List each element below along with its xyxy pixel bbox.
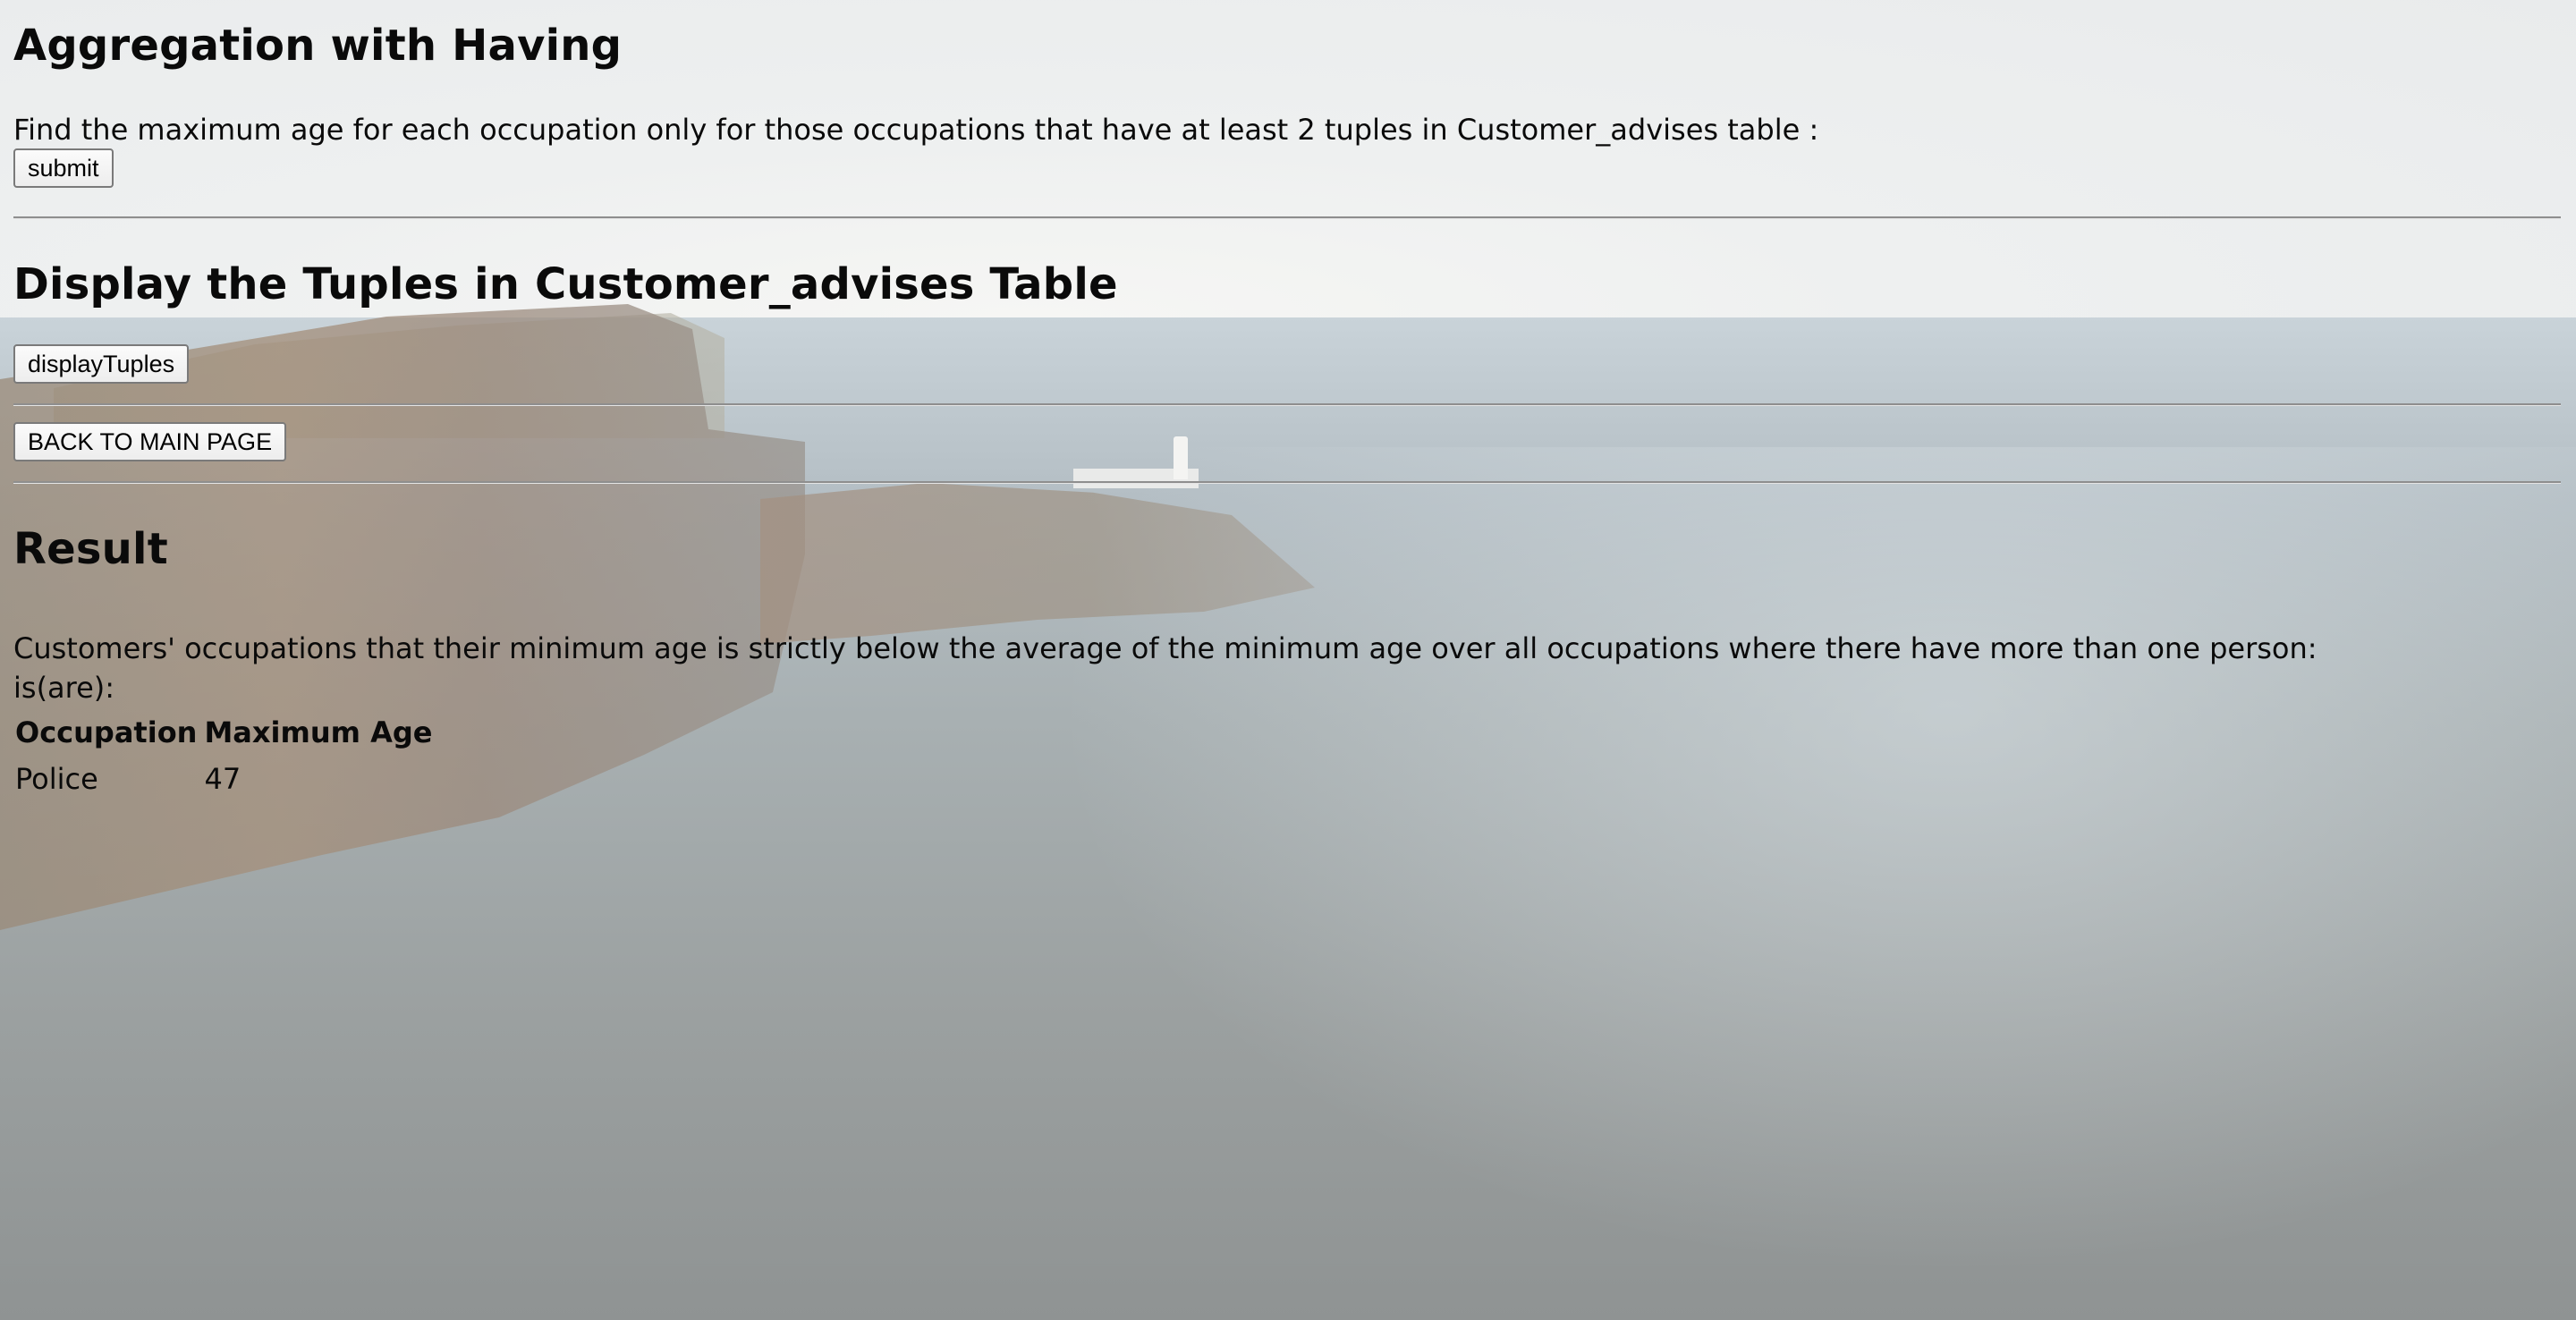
aggregation-title: Aggregation with Having xyxy=(13,21,623,71)
result-table-header-row: Occupation Maximum Age xyxy=(13,711,434,754)
display-tuples-button[interactable]: displayTuples xyxy=(13,344,190,384)
cell-occupation: Police xyxy=(15,762,98,796)
result-description: Customers' occupations that their minimu… xyxy=(13,629,2563,707)
divider xyxy=(13,481,2561,484)
column-header-maximum-age: Maximum Age xyxy=(204,715,433,749)
result-title: Result xyxy=(13,524,168,574)
column-header-occupation: Occupation xyxy=(15,715,198,749)
display-tuples-form: displayTuples xyxy=(13,344,2563,384)
submit-button[interactable]: submit xyxy=(13,148,114,188)
divider xyxy=(13,216,2561,219)
page-content: Aggregation with Having Find the maximum… xyxy=(0,0,2576,804)
cell-maximum-age: 47 xyxy=(204,762,242,796)
back-form: BACK TO MAIN PAGE xyxy=(13,422,2563,461)
aggregation-description: Find the maximum age for each occupation… xyxy=(13,113,1819,147)
aggregation-form: submit xyxy=(13,148,2563,188)
table-row: Police 47 xyxy=(13,757,434,800)
display-tuples-title: Display the Tuples in Customer_advises T… xyxy=(13,259,1118,309)
result-description-line-1: Customers' occupations that their minimu… xyxy=(13,631,2318,665)
divider xyxy=(13,403,2561,406)
back-to-main-page-button[interactable]: BACK TO MAIN PAGE xyxy=(13,422,287,461)
result-description-line-2: is(are): xyxy=(13,671,115,705)
result-table: Occupation Maximum Age Police 47 xyxy=(10,707,437,804)
